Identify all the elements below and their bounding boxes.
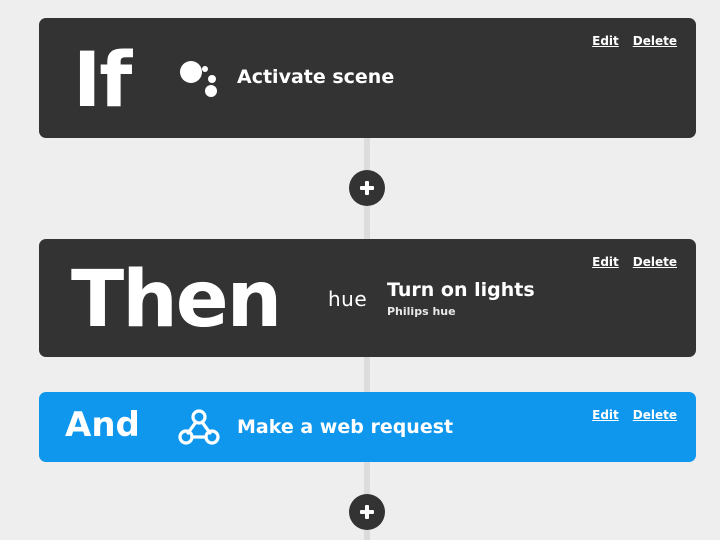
trigger-actions: Edit Delete <box>592 34 677 48</box>
connector-line <box>364 357 370 393</box>
edit-link[interactable]: Edit <box>592 34 619 48</box>
delete-link[interactable]: Delete <box>633 408 677 422</box>
action-card-webhooks[interactable]: And Make a web request Edit Delete <box>39 392 696 462</box>
delete-link[interactable]: Delete <box>633 34 677 48</box>
action-actions: Edit Delete <box>592 255 677 269</box>
action-keyword: Then <box>71 255 282 345</box>
plus-icon <box>359 180 375 196</box>
trigger-card[interactable]: If Activate scene Edit Delete <box>39 18 696 138</box>
edit-link[interactable]: Edit <box>592 408 619 422</box>
delete-link[interactable]: Delete <box>633 255 677 269</box>
action-title: Make a web request <box>237 416 454 438</box>
add-action-button[interactable] <box>349 170 385 206</box>
action-service-name: Philips hue <box>387 305 456 318</box>
trigger-keyword: If <box>73 35 132 124</box>
action-actions: Edit Delete <box>592 408 677 422</box>
edit-link[interactable]: Edit <box>592 255 619 269</box>
hue-logo-icon: hue <box>328 287 368 311</box>
webhooks-icon <box>177 406 221 448</box>
action-card-hue[interactable]: Then hue Turn on lights Philips hue Edit… <box>39 239 696 357</box>
action-title: Turn on lights <box>387 279 535 301</box>
google-assistant-icon <box>179 58 219 98</box>
add-action-button[interactable] <box>349 494 385 530</box>
action-keyword: And <box>65 405 140 445</box>
trigger-title: Activate scene <box>237 66 395 88</box>
plus-icon <box>359 504 375 520</box>
